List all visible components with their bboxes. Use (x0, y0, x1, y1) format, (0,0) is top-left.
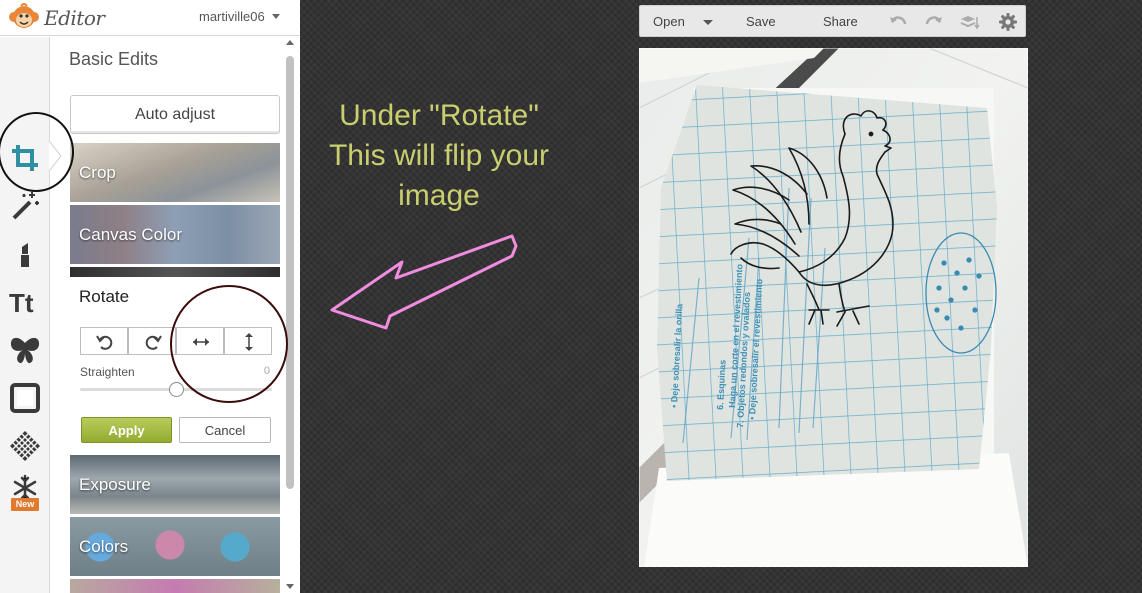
crop-tile-label: Crop (79, 163, 116, 182)
chevron-down-icon[interactable] (703, 20, 713, 25)
rotate-right-icon (145, 335, 162, 350)
layers-button[interactable] (960, 12, 980, 32)
rotate-left-icon (96, 335, 113, 350)
save-button[interactable]: Save (746, 14, 776, 29)
gear-icon (999, 13, 1017, 31)
open-button[interactable]: Open (653, 14, 685, 29)
scroll-down-arrow-icon[interactable] (286, 584, 294, 589)
rotate-tile-header[interactable] (70, 267, 280, 277)
layers-icon (960, 16, 980, 30)
rooster-photo: 7. Objetos redondos y ovalados 6. Esquin… (639, 48, 1028, 567)
canvas-color-tile-label: Canvas Color (79, 225, 182, 244)
straighten-slider-handle[interactable] (168, 382, 184, 397)
rotate-title: Rotate (79, 287, 130, 306)
monkey-logo-icon (9, 3, 39, 28)
auto-adjust-button[interactable]: Auto adjust (70, 95, 280, 134)
flip-highlight-circle (170, 285, 288, 403)
annotation-line-1: Under "Rotate" (339, 99, 539, 132)
new-badge: New (11, 498, 39, 511)
straighten-label: Straighten (80, 365, 135, 379)
panel-title: Basic Edits (69, 49, 159, 69)
annotation-line-2: This will flip your (328, 139, 550, 172)
annotation-arrow (330, 234, 518, 330)
text-tool-button[interactable]: Tt (8, 285, 42, 319)
colors-tile[interactable]: Colors (70, 517, 280, 576)
chevron-down-icon[interactable] (272, 14, 280, 19)
overlays-tool-button[interactable] (8, 333, 42, 367)
redo-icon (925, 16, 942, 25)
textures-tool-button[interactable] (8, 429, 42, 463)
scrollbar-thumb[interactable] (286, 56, 294, 489)
crop-highlight-circle (0, 112, 74, 192)
crop-tile[interactable]: Crop (70, 143, 280, 202)
editor-toolbar: Open Save Share (639, 5, 1026, 37)
canvas-color-tile[interactable]: Canvas Color (70, 205, 280, 264)
svg-text:Tt: Tt (9, 288, 34, 318)
touch-up-tool-button[interactable] (8, 237, 42, 271)
effects-tool-button[interactable] (8, 189, 42, 223)
frames-tool-button[interactable] (8, 381, 42, 415)
lipstick-icon (21, 243, 29, 267)
app-header: Editor martiville06 (0, 0, 300, 36)
next-edit-tile[interactable] (70, 579, 280, 593)
photo-canvas[interactable]: 7. Objetos redondos y ovalados 6. Esquin… (639, 48, 1028, 567)
rotate-left-button[interactable] (80, 327, 128, 355)
butterfly-icon (10, 337, 40, 364)
app-logo-text: Editor (44, 6, 105, 30)
texture-icon (10, 431, 40, 461)
undo-button[interactable] (888, 12, 908, 32)
exposure-tile[interactable]: Exposure (70, 455, 280, 514)
annotation-line-3: image (398, 179, 480, 212)
text-icon: Tt (9, 288, 34, 318)
scroll-up-arrow-icon[interactable] (286, 40, 294, 45)
settings-button[interactable] (998, 12, 1018, 32)
redo-button[interactable] (924, 12, 944, 32)
share-button[interactable]: Share (823, 14, 858, 29)
cancel-button[interactable]: Cancel (179, 417, 271, 443)
apply-button[interactable]: Apply (81, 417, 172, 443)
colors-tile-label: Colors (79, 537, 129, 556)
undo-icon (890, 16, 907, 25)
frame-icon (10, 383, 40, 413)
annotation-text: Under "Rotate" This will flip your image (304, 96, 574, 216)
rotate-right-button[interactable] (128, 327, 176, 355)
magic-wand-icon (12, 192, 39, 220)
username-menu[interactable]: martiville06 (199, 9, 265, 24)
exposure-tile-label: Exposure (79, 475, 151, 494)
